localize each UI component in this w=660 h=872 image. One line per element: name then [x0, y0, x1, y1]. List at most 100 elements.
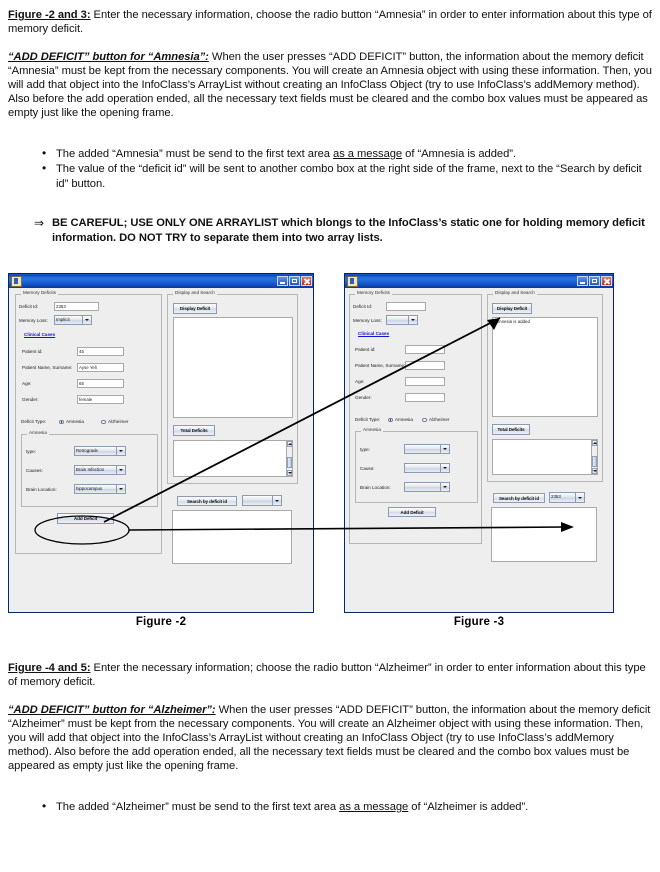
amnesia-subpanel: Amnesia type: Cause: Brain Location: [355, 427, 478, 503]
memory-loss-label: Memory Loss: [19, 318, 48, 323]
maximize-icon[interactable] [289, 276, 300, 286]
age-input[interactable] [405, 377, 445, 386]
search-deficit-id-combo-value: 2353 [551, 494, 561, 499]
chevron-down-icon[interactable] [440, 464, 449, 472]
radio-alzheimer[interactable]: Alzheimer [422, 417, 449, 423]
memory-loss-combo[interactable] [386, 315, 418, 325]
patient-name-input[interactable]: Ayse Yeli [77, 363, 124, 372]
display-textarea[interactable] [173, 317, 293, 418]
chevron-down-icon[interactable] [408, 316, 417, 324]
list-item: BE CAREFUL; USE ONLY ONE ARRAYLIST which… [34, 216, 652, 245]
chevron-down-icon[interactable] [116, 466, 125, 474]
add-deficit-button[interactable]: Add Deficit [388, 507, 436, 517]
java-app-icon [347, 275, 358, 287]
bullet3-post: of “Alzheimer is added”. [408, 801, 529, 813]
display-deficit-button[interactable]: Display Deficit [173, 303, 217, 314]
para1-body: Enter the necessary information, choose … [8, 9, 652, 36]
bullet3-underline: as a message [339, 801, 409, 813]
minimize-icon[interactable] [277, 276, 288, 286]
minimize-icon[interactable] [577, 276, 588, 286]
brain-location-label: Brain Location: [360, 485, 391, 490]
search-by-deficit-id-button[interactable]: Search by deficit id [493, 493, 545, 503]
figure-2-titlebar[interactable] [9, 274, 313, 288]
amnesia-subpanel-title: Amnesia [361, 427, 383, 433]
total-deficits-button[interactable]: Total Deficits [173, 425, 215, 436]
scroll-down-icon[interactable] [287, 470, 292, 476]
paragraph-figure-4-and-5: Figure -4 and 5: Enter the necessary inf… [8, 661, 652, 689]
scrollbar-thumb[interactable] [592, 456, 597, 467]
figure-3-titlebar[interactable] [345, 274, 613, 288]
paragraph-figure-2-and-3: Figure -2 and 3: Enter the necessary inf… [8, 8, 652, 36]
display-and-search-panel-title: Display and Search [493, 290, 537, 296]
add-deficit-button[interactable]: Add Deficit [57, 513, 114, 524]
causes-combo-value: Brain Infection [76, 467, 105, 472]
callout-be-careful: BE CAREFUL; USE ONLY ONE ARRAYLIST which… [8, 216, 652, 245]
search-result-textarea[interactable] [491, 507, 597, 562]
bullet1-underline: as a message [333, 148, 403, 160]
patient-id-label: Patient id: [22, 349, 43, 354]
display-deficit-button[interactable]: Display Deficit [492, 303, 532, 314]
figure-2-caption: Figure -2 [135, 616, 187, 628]
radio-alzheimer[interactable]: Alzheimer [101, 419, 128, 425]
causes-combo[interactable] [404, 463, 450, 473]
vertical-scrollbar[interactable] [286, 441, 292, 476]
search-by-deficit-id-button[interactable]: Search by deficit id [177, 496, 237, 506]
gender-input[interactable]: female [77, 395, 124, 404]
search-deficit-id-combo[interactable]: 2353 [549, 492, 585, 503]
causes-label: Causes: [26, 468, 43, 473]
chevron-down-icon[interactable] [272, 496, 281, 505]
gender-label: Gender: [22, 397, 39, 402]
total-deficits-textarea[interactable] [492, 439, 598, 475]
scroll-up-icon[interactable] [287, 441, 292, 447]
patient-id-input[interactable]: 45 [77, 347, 124, 356]
memory-loss-label: Memory Loss: [353, 318, 382, 323]
chevron-down-icon[interactable] [440, 483, 449, 491]
scroll-down-icon[interactable] [592, 468, 597, 474]
patient-name-label: Patient Name, Surname: [355, 363, 406, 368]
close-icon[interactable] [301, 276, 312, 286]
scroll-up-icon[interactable] [592, 440, 597, 446]
total-deficits-button[interactable]: Total Deficits [492, 424, 530, 435]
brain-location-combo[interactable]: hippocampus [74, 484, 126, 494]
memory-deficits-panel-title: Memory Deficits [21, 290, 58, 296]
figure-2-content: Memory Deficits Deficit Id: 2353 Memory … [9, 288, 313, 612]
memory-loss-combo[interactable]: Implicit [54, 315, 92, 325]
chevron-down-icon[interactable] [116, 485, 125, 493]
brain-location-combo[interactable] [404, 482, 450, 492]
patient-name-input[interactable] [405, 361, 445, 370]
deficit-id-input[interactable]: 2353 [54, 302, 99, 311]
scrollbar-thumb[interactable] [287, 457, 292, 468]
chevron-down-icon[interactable] [116, 447, 125, 455]
radio-amnesia[interactable]: Amnesia [59, 419, 84, 425]
list-item: The added “Amnesia” must be send to the … [42, 146, 652, 161]
search-result-textarea[interactable] [172, 510, 292, 564]
amnesia-subpanel-title: Amnesia [27, 430, 49, 436]
display-textarea[interactable]: Amnesia is added [492, 317, 598, 417]
age-input[interactable]: 65 [77, 379, 124, 388]
bullet2-pre: The value of the “deficit id” will be se… [56, 163, 642, 190]
type-label: type: [360, 447, 370, 452]
para2-lead: “ADD DEFICIT” button for “Amnesia”: [8, 51, 209, 63]
java-app-icon [11, 275, 22, 287]
callout-text: BE CAREFUL; USE ONLY ONE ARRAYLIST which… [52, 217, 645, 244]
display-and-search-panel-title: Display and Search [173, 290, 217, 296]
total-deficits-textarea[interactable] [173, 440, 293, 477]
causes-combo[interactable]: Brain Infection [74, 465, 126, 475]
radio-amnesia[interactable]: Amnesia [388, 417, 413, 423]
chevron-down-icon[interactable] [440, 445, 449, 453]
gender-input[interactable] [405, 393, 445, 402]
type-label: type: [26, 449, 36, 454]
maximize-icon[interactable] [589, 276, 600, 286]
causes-label: Cause: [360, 466, 375, 471]
chevron-down-icon[interactable] [82, 316, 91, 324]
type-combo[interactable]: Retrograde [74, 446, 126, 456]
type-combo[interactable] [404, 444, 450, 454]
memory-deficits-panel-title: Memory Deficits [355, 290, 392, 296]
patient-id-input[interactable] [405, 345, 445, 354]
deficit-id-input[interactable] [386, 302, 426, 311]
close-icon[interactable] [601, 276, 612, 286]
list-item: The added “Alzheimer” must be send to th… [42, 799, 652, 814]
chevron-down-icon[interactable] [575, 493, 584, 502]
vertical-scrollbar[interactable] [591, 440, 597, 474]
search-deficit-id-combo[interactable] [242, 495, 282, 506]
